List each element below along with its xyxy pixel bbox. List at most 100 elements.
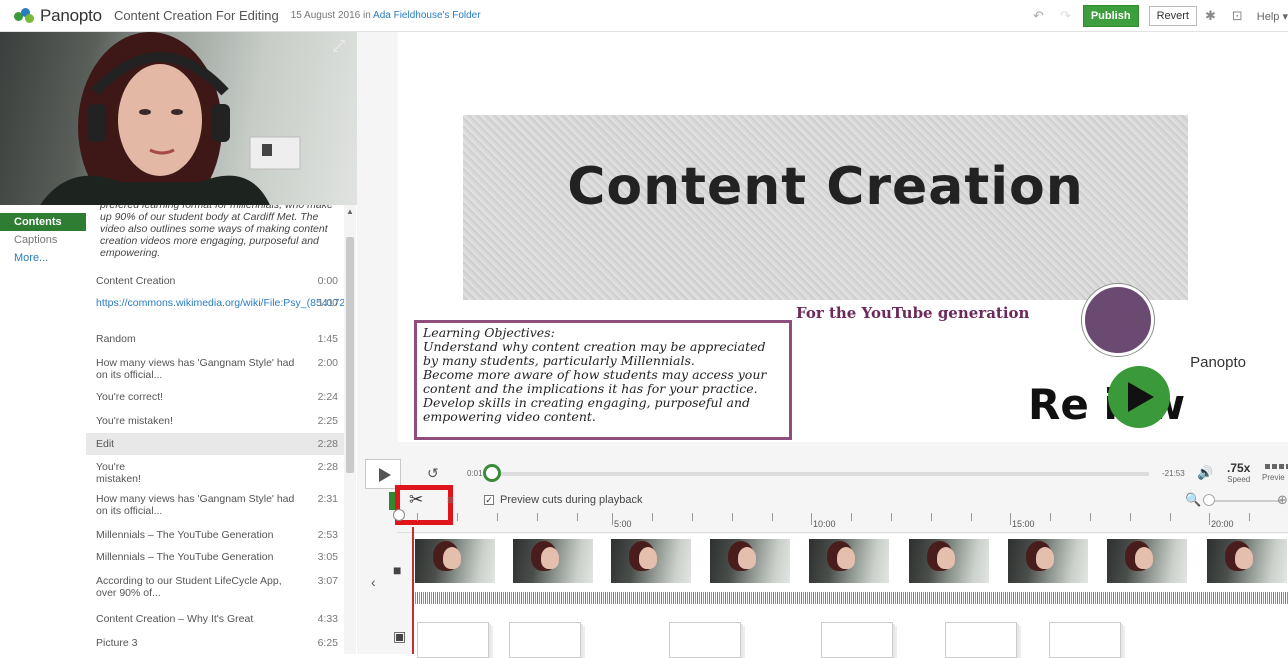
session-date: 15 August 2016	[290, 10, 361, 21]
volume-icon[interactable]: 🔊	[1197, 465, 1213, 481]
slide-view: Content Creation For the YouTube generat…	[398, 32, 1288, 442]
camera-track-icon: ■	[393, 562, 402, 578]
video-thumbnail	[415, 539, 495, 583]
embed-icon[interactable]: ⊡	[1232, 8, 1243, 24]
ruler-tick	[417, 513, 418, 521]
list-item-time: 2:24	[317, 391, 338, 403]
contents-scrollbar[interactable]: ▲	[344, 205, 356, 654]
ruler-tick	[577, 513, 578, 521]
revert-button[interactable]: Revert	[1148, 6, 1197, 26]
panopto-logo[interactable]: Panopto	[14, 6, 102, 26]
collapse-chevron-icon[interactable]: ‹	[371, 574, 376, 590]
help-menu[interactable]: Help ▾	[1257, 10, 1288, 23]
undo-icon[interactable]: ↶	[1033, 8, 1044, 24]
list-item[interactable]: You're correct! 2:24	[86, 385, 344, 409]
zoom-slider[interactable]	[1203, 500, 1283, 502]
list-item[interactable]: You're mistaken! 2:25	[86, 409, 344, 433]
redo-icon[interactable]: ↷	[1060, 8, 1071, 24]
list-item[interactable]: Millennials – The YouTube Generation 3:0…	[86, 547, 344, 569]
list-item-selected[interactable]: Edit 2:28	[86, 433, 344, 455]
list-item-time: 2:53	[317, 529, 338, 541]
player-controls: ↺ 0:01 -21:53 🔊 .75x Speed Previe	[357, 457, 1288, 489]
ruler-tick	[811, 513, 812, 525]
slide-thumbnail[interactable]	[417, 622, 489, 658]
nav-contents[interactable]: Contents	[0, 213, 86, 231]
ruler-tick	[612, 513, 613, 525]
scroll-up-icon[interactable]: ▲	[344, 207, 356, 216]
review-logo-brand: Panopto	[1190, 354, 1246, 371]
slide-thumbnail[interactable]	[509, 622, 581, 658]
preview-bars-icon[interactable]	[1265, 464, 1288, 469]
slide-thumbnail[interactable]	[1049, 622, 1121, 658]
video-thumbnail	[513, 539, 593, 583]
seek-handle[interactable]	[483, 464, 501, 482]
list-item-label: How many views has 'Gangnam Style' had o…	[96, 493, 295, 517]
list-item-label: How many views has 'Gangnam Style' had o…	[96, 357, 295, 381]
nav-more[interactable]: More...	[0, 249, 86, 267]
slide-thumbnail[interactable]	[669, 622, 741, 658]
zoom-out-icon[interactable]: 🔍	[1185, 492, 1201, 508]
audio-waveform	[413, 592, 1288, 604]
slide-banner: Content Creation	[463, 115, 1188, 300]
ruler-tick	[1249, 513, 1250, 521]
list-item-label: You're mistaken!	[96, 461, 141, 485]
speed-control[interactable]: .75x Speed	[1227, 461, 1250, 484]
rewind-10-icon[interactable]: ↺	[427, 465, 439, 482]
ruler-tick	[891, 513, 892, 521]
preview-cuts-checkbox[interactable]: ✓	[484, 495, 494, 505]
slide-thumbnail[interactable]	[945, 622, 1017, 658]
left-nav: Contents Captions More...	[0, 205, 86, 654]
preview-label[interactable]: Previe	[1262, 473, 1285, 482]
video-thumbnail	[710, 539, 790, 583]
list-item[interactable]: Random 1:45	[86, 329, 344, 351]
list-item-time: 1:00	[317, 297, 338, 309]
list-item-label: Edit	[96, 438, 115, 450]
playhead-handle[interactable]	[393, 509, 405, 521]
review-play-icon	[1108, 366, 1170, 428]
list-item-label: You're mistaken!	[96, 415, 173, 427]
list-item[interactable]: Content Creation – Why It's Great 4:33	[86, 607, 344, 631]
publish-button[interactable]: Publish	[1082, 5, 1139, 27]
expand-icon[interactable]: ⤢	[332, 38, 345, 56]
list-item[interactable]: How many views has 'Gangnam Style' had o…	[86, 489, 344, 523]
ruler-label: 15:00	[1012, 519, 1035, 529]
list-item[interactable]: According to our Student LifeCycle App, …	[86, 569, 344, 607]
list-item-time: 4:33	[317, 613, 338, 625]
timeline-tracks[interactable]	[413, 534, 1288, 658]
preview-cuts-label: Preview cuts during playback	[500, 494, 643, 506]
edit-toolbar: ✂ ≡ ✓ Preview cuts during playback 🔍 ⊕	[357, 485, 1288, 525]
list-item[interactable]: You're mistaken! 2:28	[86, 455, 344, 489]
ruler-tick	[652, 513, 653, 521]
list-item-link[interactable]: https://commons.wikimedia.org/wiki/File:…	[96, 297, 344, 329]
seek-bar[interactable]	[497, 472, 1149, 476]
list-item-label: Content Creation	[96, 275, 176, 287]
timeline-ruler[interactable]: 5:00 10:00 15:00 20:00	[397, 513, 1288, 533]
main-panel: Content Creation For the YouTube generat…	[357, 32, 1288, 658]
panopto-logo-icon	[14, 7, 36, 24]
nav-captions[interactable]: Captions	[0, 231, 86, 249]
objectives-heading: Learning Objectives:	[423, 325, 555, 340]
learning-objectives: Learning Objectives: Understand why cont…	[414, 320, 792, 440]
slide-thumbnail[interactable]	[821, 622, 893, 658]
webcam-video[interactable]: ⤢	[0, 32, 357, 205]
ruler-tick	[1209, 513, 1210, 525]
list-icon[interactable]: ≡	[447, 493, 454, 507]
folder-link[interactable]: Ada Fieldhouse's Folder	[373, 10, 481, 21]
ruler-tick	[971, 513, 972, 521]
list-item-label: Millennials – The YouTube Generation	[96, 529, 274, 541]
list-item[interactable]: How many views has 'Gangnam Style' had o…	[86, 351, 344, 385]
zoom-in-icon[interactable]: ⊕	[1277, 492, 1288, 508]
list-item[interactable]: https://commons.wikimedia.org/wiki/File:…	[86, 293, 344, 329]
list-item-time: 2:28	[317, 461, 338, 473]
scroll-thumb[interactable]	[346, 237, 354, 473]
list-item[interactable]: Content Creation 0:00	[86, 269, 344, 293]
objective-item: Understand why content creation may be a…	[423, 339, 766, 368]
ruler-tick	[732, 513, 733, 521]
ruler-tick	[772, 513, 773, 521]
list-item[interactable]: Picture 3 6:25	[86, 631, 344, 653]
list-item[interactable]: Millennials – The YouTube Generation 2:5…	[86, 523, 344, 547]
settings-gear-icon[interactable]: ✱	[1205, 8, 1216, 24]
ruler-tick	[1050, 513, 1051, 521]
session-title: Content Creation For Editing	[113, 8, 279, 23]
zoom-slider-handle[interactable]	[1203, 494, 1215, 506]
